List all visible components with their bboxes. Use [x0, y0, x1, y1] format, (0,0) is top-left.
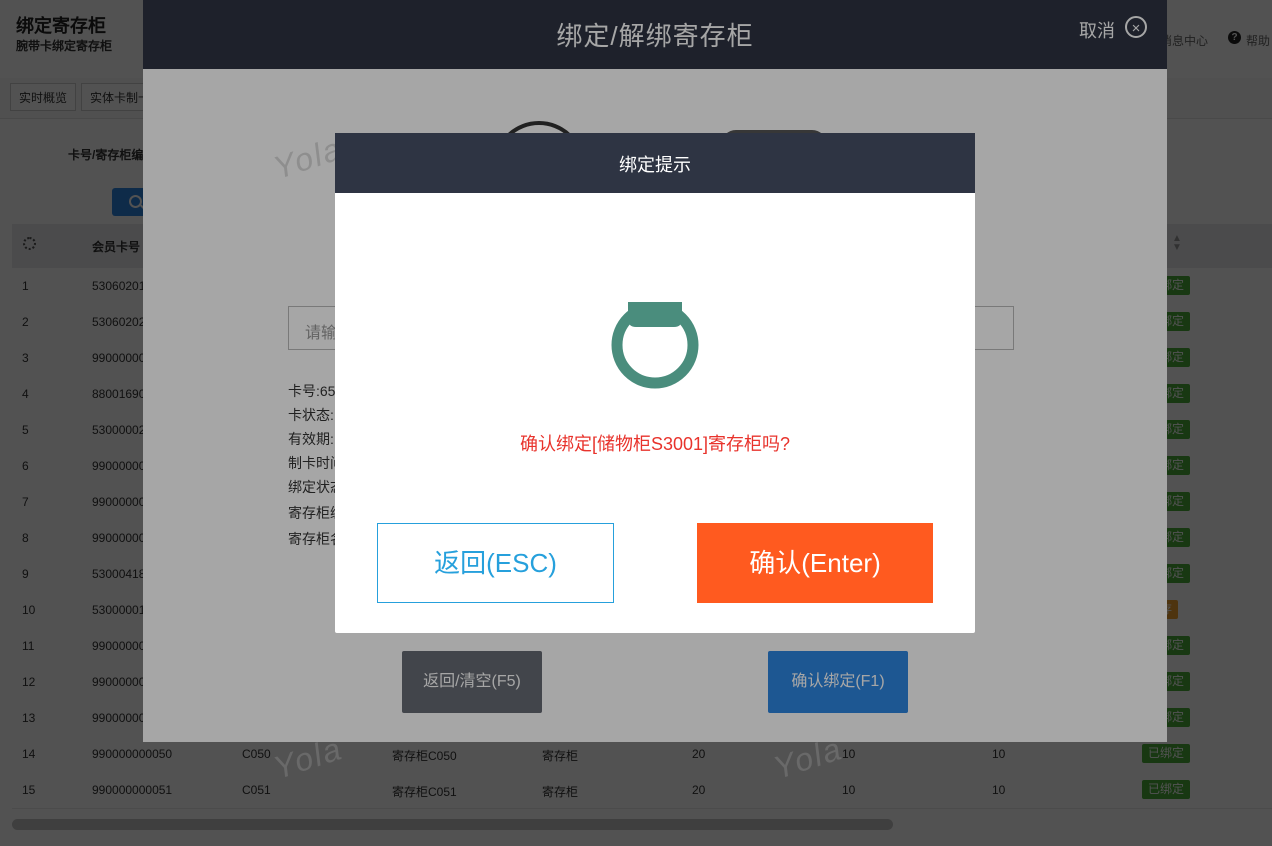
dialog-title: 绑定提示: [619, 155, 691, 175]
back-esc-button[interactable]: 返回(ESC): [377, 523, 614, 603]
confirm-enter-button[interactable]: 确认(Enter): [697, 523, 933, 603]
wristband-icon: [611, 299, 699, 389]
bind-confirm-dialog: 绑定提示 确认绑定[储物柜S3001]寄存柜吗? 返回(ESC) 确认(Ente…: [335, 133, 975, 633]
dialog-message: 确认绑定[储物柜S3001]寄存柜吗?: [519, 434, 791, 454]
dialog-header: 绑定提示: [335, 133, 975, 193]
